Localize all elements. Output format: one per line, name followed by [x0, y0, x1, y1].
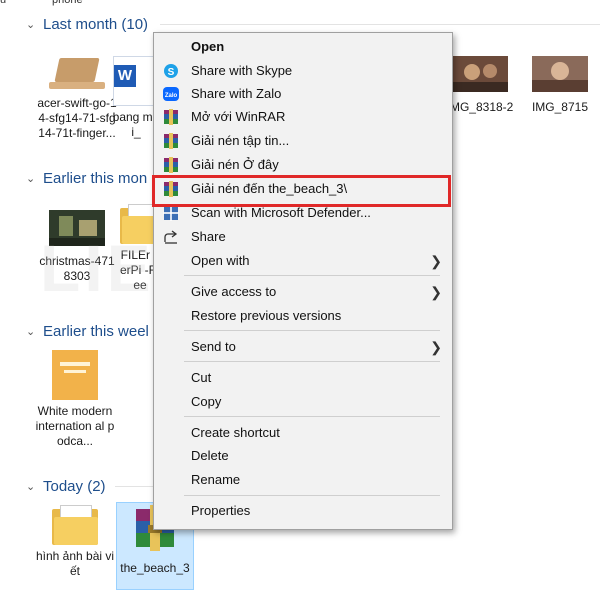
group-divider [160, 24, 600, 25]
menu-item-copy[interactable]: Copy [154, 391, 452, 413]
winrar-icon [163, 157, 179, 173]
menu-item-label: Delete [191, 448, 229, 463]
file-item[interactable]: IMG_8715 [520, 56, 600, 115]
cutoff-label: phone [52, 0, 83, 6]
group-label: Earlier this mon [43, 169, 148, 187]
menu-item-share-zalo[interactable]: Zalo Share with Zalo [154, 83, 452, 105]
group-label: Earlier this weel [43, 322, 149, 340]
group-label: Today (2) [43, 477, 106, 495]
file-item[interactable]: acer-swift-go-14-sfg14-71-sfg14-71t-fing… [37, 58, 117, 141]
menu-separator [184, 275, 440, 276]
folder-icon [52, 505, 98, 545]
menu-item-label: Properties [191, 503, 251, 518]
menu-item-share[interactable]: Share [154, 226, 452, 248]
menu-item-delete[interactable]: Delete [154, 445, 452, 467]
menu-item-label: Share with Skype [191, 63, 293, 78]
menu-item-share-skype[interactable]: S Share with Skype [154, 60, 452, 82]
skype-icon: S [163, 63, 179, 79]
menu-item-rename[interactable]: Rename [154, 469, 452, 491]
photo-thumbnail [49, 210, 105, 246]
menu-item-label: Open [191, 39, 225, 54]
winrar-icon [163, 109, 179, 125]
winrar-icon [163, 133, 179, 149]
menu-item-label: Share [191, 229, 226, 244]
chevron-down-icon: ⌄ [26, 18, 36, 31]
menu-separator [184, 361, 440, 362]
menu-item-properties[interactable]: Properties [154, 500, 452, 522]
menu-separator [184, 330, 440, 331]
chevron-down-icon: ⌄ [26, 480, 36, 493]
menu-item-label: Cut [191, 370, 212, 385]
file-label: christmas-4718303 [39, 254, 115, 283]
menu-item-give-access[interactable]: Give access to ❯ [154, 281, 452, 303]
photo-thumbnail [532, 56, 588, 92]
file-label: White modern internation al podca... [35, 404, 115, 448]
zalo-icon: Zalo [163, 86, 179, 102]
svg-text:Zalo: Zalo [165, 93, 178, 99]
share-icon [163, 229, 179, 245]
group-label: Last month (10) [43, 15, 149, 33]
menu-item-label: Giải nén tập tin... [191, 133, 290, 148]
highlight-frame [152, 175, 451, 207]
menu-item-open-with[interactable]: Open with ❯ [154, 250, 452, 272]
menu-item-label: Give access to [191, 284, 277, 299]
menu-item-label: Send to [191, 339, 236, 354]
defender-icon [163, 205, 179, 221]
menu-item-label: Share with Zalo [191, 86, 282, 101]
file-item[interactable]: hình ảnh bài viết [35, 505, 115, 579]
group-header-earlier-this-month[interactable]: ⌄ Earlier this mon [26, 167, 147, 189]
chevron-right-icon: ❯ [430, 253, 442, 269]
menu-item-send-to[interactable]: Send to ❯ [154, 336, 452, 358]
menu-item-cut[interactable]: Cut [154, 367, 452, 389]
group-divider [115, 486, 153, 487]
context-menu: Open S Share with Skype Zalo Share with … [153, 32, 453, 530]
chevron-down-icon: ⌄ [26, 325, 36, 338]
svg-text:S: S [168, 67, 175, 78]
menu-item-open[interactable]: Open [154, 36, 452, 58]
menu-item-label: Open with [191, 253, 250, 268]
menu-item-open-winrar[interactable]: Mở với WinRAR [154, 106, 452, 128]
file-label: hình ảnh bài viết [35, 549, 115, 578]
cutoff-top-labels: u phone [0, 0, 604, 6]
menu-item-label: Create shortcut [191, 425, 280, 440]
file-label: IMG_8715 [531, 100, 589, 114]
poster-thumbnail [52, 350, 98, 400]
group-header-today[interactable]: ⌄ Today (2) [26, 475, 106, 497]
chevron-right-icon: ❯ [430, 284, 442, 300]
file-label: the_beach_3 [120, 561, 190, 575]
menu-item-label: Rename [191, 472, 241, 487]
laptop-thumbnail [49, 58, 105, 92]
group-header-earlier-this-week[interactable]: ⌄ Earlier this weel [26, 320, 149, 342]
menu-item-label: Giải nén Ở đây [191, 157, 279, 172]
chevron-right-icon: ❯ [430, 339, 442, 355]
file-item[interactable]: White modern internation al podca... [35, 350, 115, 449]
menu-separator [184, 416, 440, 417]
menu-separator [184, 495, 440, 496]
menu-item-restore[interactable]: Restore previous versions [154, 305, 452, 327]
menu-item-create-shortcut[interactable]: Create shortcut [154, 422, 452, 444]
group-header-last-month[interactable]: ⌄ Last month (10) [26, 13, 148, 35]
menu-item-label: Restore previous versions [191, 308, 342, 323]
menu-item-extract-here[interactable]: Giải nén Ở đây [154, 154, 452, 176]
file-item[interactable]: christmas-4718303 [37, 210, 117, 284]
file-label: acer-swift-go-14-sfg14-71-sfg14-71t-fing… [37, 96, 117, 140]
menu-item-label: Copy [191, 394, 222, 409]
chevron-down-icon: ⌄ [26, 172, 36, 185]
menu-item-extract-files[interactable]: Giải nén tập tin... [154, 130, 452, 152]
menu-item-label: Mở với WinRAR [191, 109, 286, 124]
photo-thumbnail [452, 56, 508, 92]
cutoff-label: u [0, 0, 7, 6]
